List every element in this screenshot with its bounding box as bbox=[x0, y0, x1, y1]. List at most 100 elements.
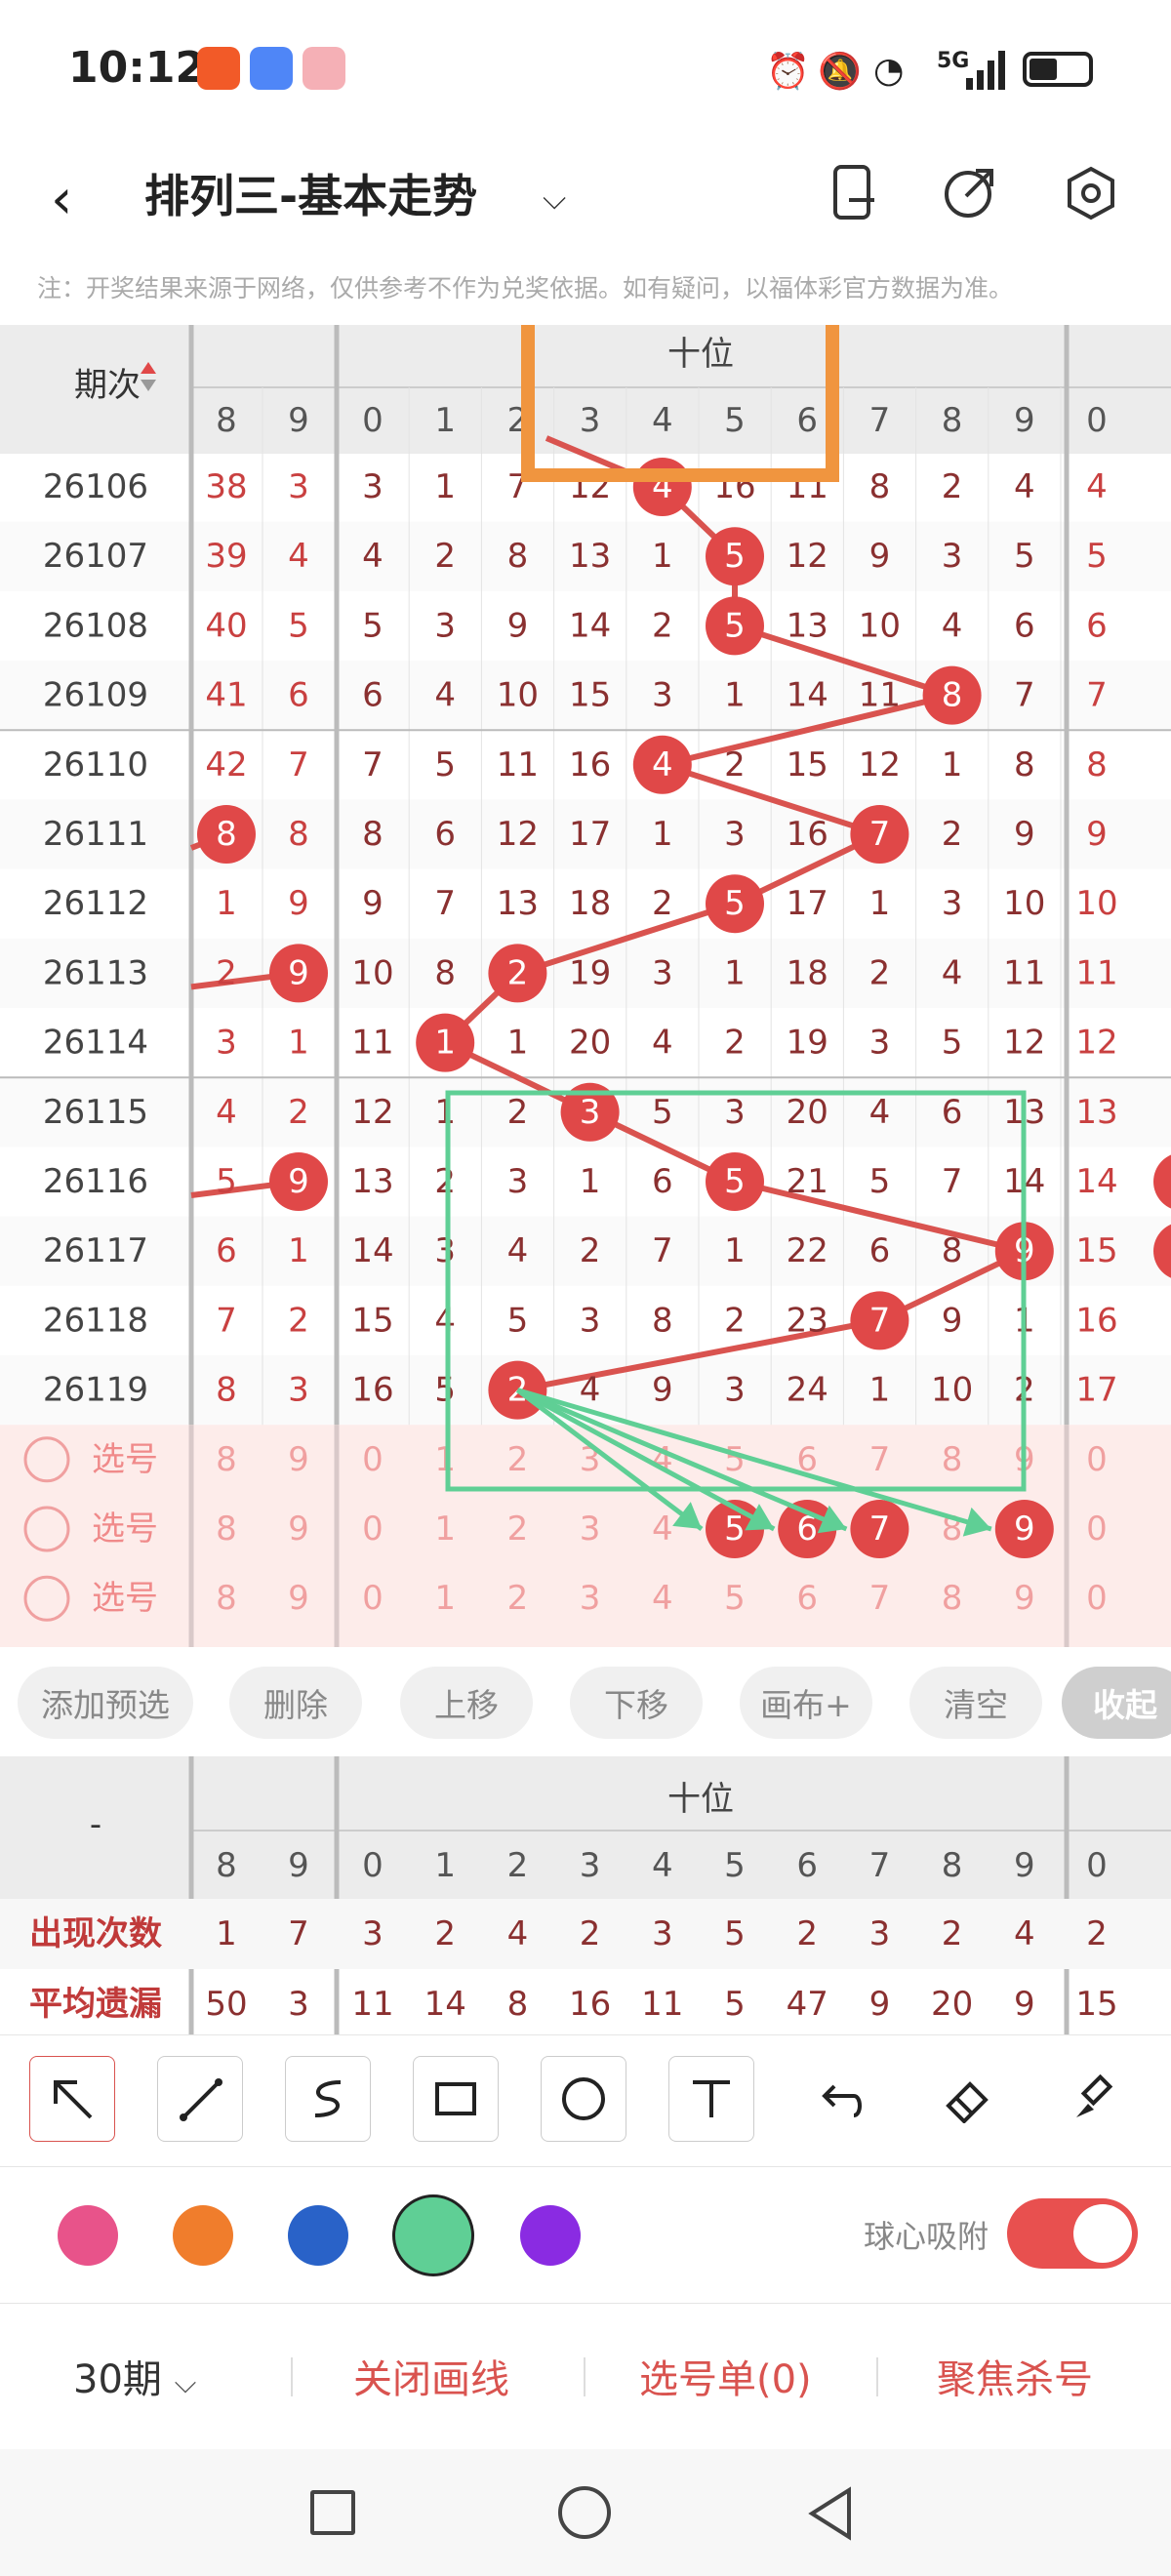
pick-digit[interactable]: 0 bbox=[1086, 1579, 1108, 1618]
miss-count: 16 bbox=[1075, 1301, 1117, 1340]
move-down-button[interactable]: 下移 bbox=[570, 1667, 703, 1739]
share-icon[interactable] bbox=[941, 161, 999, 225]
pick-digit[interactable]: 0 bbox=[1086, 1440, 1108, 1479]
delete-button[interactable]: 删除 bbox=[229, 1667, 362, 1739]
phone-layout-icon[interactable] bbox=[828, 161, 882, 225]
hit-ball-number: 7 bbox=[869, 1301, 891, 1340]
curve-tool-icon[interactable] bbox=[285, 2056, 371, 2142]
pick-digit[interactable]: 1 bbox=[434, 1579, 456, 1618]
digit-header: 0 bbox=[362, 1846, 384, 1885]
close-lines-button[interactable]: 关闭画线 bbox=[353, 2348, 509, 2404]
stats-value: 2 bbox=[942, 1914, 963, 1953]
color-swatch[interactable] bbox=[392, 2194, 474, 2276]
pick-digit[interactable]: 8 bbox=[216, 1440, 237, 1479]
miss-count: 2 bbox=[724, 745, 746, 785]
back-icon[interactable]: ‹ bbox=[51, 161, 109, 239]
eraser-icon[interactable] bbox=[924, 2056, 1010, 2142]
pick-digit[interactable]: 1 bbox=[434, 1509, 456, 1549]
color-swatch[interactable] bbox=[58, 2205, 118, 2266]
pick-digit[interactable]: 0 bbox=[1086, 1509, 1108, 1549]
pick-digit[interactable]: 9 bbox=[1014, 1579, 1035, 1618]
canvas-plus-button[interactable]: 画布+ bbox=[740, 1667, 872, 1739]
pick-label[interactable]: 选号 bbox=[92, 1509, 158, 1549]
hit-ball-number: 5 bbox=[724, 606, 746, 645]
line-tool-icon[interactable] bbox=[157, 2056, 243, 2142]
undo-icon[interactable] bbox=[796, 2056, 882, 2142]
clear-button[interactable]: 清空 bbox=[909, 1667, 1042, 1739]
hit-ball[interactable] bbox=[1153, 1152, 1171, 1211]
pick-digit[interactable]: 0 bbox=[362, 1440, 384, 1479]
color-swatch[interactable] bbox=[520, 2205, 581, 2266]
page-title[interactable]: 排列三-基本走势 bbox=[144, 157, 477, 235]
circle-tool-icon[interactable] bbox=[541, 2056, 626, 2142]
pick-digit[interactable]: 5 bbox=[724, 1440, 746, 1479]
miss-count: 41 bbox=[205, 676, 247, 715]
text-tool-icon[interactable] bbox=[668, 2056, 754, 2142]
message-notification-icon bbox=[250, 47, 293, 90]
signal-icon bbox=[966, 51, 1007, 90]
pick-digit[interactable]: 3 bbox=[580, 1509, 601, 1549]
miss-count: 13 bbox=[351, 1162, 393, 1201]
pick-label[interactable]: 选号 bbox=[92, 1440, 158, 1479]
pick-digit[interactable]: 8 bbox=[942, 1440, 963, 1479]
pick-digit[interactable]: 7 bbox=[869, 1579, 891, 1618]
pick-digit[interactable]: 8 bbox=[216, 1509, 237, 1549]
miss-count: 1 bbox=[580, 1162, 601, 1201]
miss-count: 9 bbox=[362, 884, 384, 923]
pick-digit[interactable]: 5 bbox=[724, 1579, 746, 1618]
pick-digit[interactable]: 2 bbox=[507, 1440, 529, 1479]
battery-icon bbox=[1023, 52, 1093, 87]
pick-list-button[interactable]: 选号单(0) bbox=[639, 2348, 812, 2404]
miss-count: 12 bbox=[351, 1093, 393, 1132]
nav-back-icon[interactable] bbox=[806, 2486, 855, 2541]
miss-count: 3 bbox=[580, 1301, 601, 1340]
move-up-button[interactable]: 上移 bbox=[400, 1667, 533, 1739]
pick-digit[interactable]: 3 bbox=[580, 1579, 601, 1618]
pick-digit[interactable]: 8 bbox=[942, 1579, 963, 1618]
miss-count: 6 bbox=[288, 676, 309, 715]
pick-digit[interactable]: 9 bbox=[288, 1440, 309, 1479]
network-type-label: 5G bbox=[937, 49, 970, 73]
arrow-tool-icon[interactable] bbox=[29, 2056, 115, 2142]
home-icon[interactable] bbox=[558, 2486, 611, 2539]
miss-count: 16 bbox=[351, 1371, 393, 1410]
trend-chart[interactable]: 期次 十位 8 9 0 1 2 3 4 5 6 7 8 9 0 26106 38 3 3 1 7 12 4 16 11 8 2 4 4 2… bbox=[0, 325, 1171, 1647]
color-swatch[interactable] bbox=[288, 2205, 348, 2266]
pick-digit[interactable]: 9 bbox=[288, 1579, 309, 1618]
pick-digit[interactable]: 7 bbox=[869, 1440, 891, 1479]
pick-digit[interactable]: 0 bbox=[362, 1509, 384, 1549]
miss-count: 12 bbox=[1003, 1024, 1045, 1063]
miss-count: 7 bbox=[1014, 676, 1035, 715]
focus-kill-button[interactable]: 聚焦杀号 bbox=[937, 2348, 1093, 2404]
miss-count: 4 bbox=[507, 1231, 529, 1270]
pick-digit[interactable]: 1 bbox=[434, 1440, 456, 1479]
pick-digit[interactable]: 2 bbox=[507, 1579, 529, 1618]
settings-icon[interactable] bbox=[1062, 161, 1120, 225]
miss-count: 21 bbox=[787, 1162, 828, 1201]
trend-grid-svg[interactable]: 期次十位8 9 0 1 2 3 4 5 6 7 8 9 026106 38 3 3 1 7 12 4 16 11 8 2 4 42… bbox=[0, 325, 1171, 1647]
pick-digit[interactable]: 8 bbox=[216, 1579, 237, 1618]
brush-icon[interactable] bbox=[1052, 2056, 1138, 2142]
miss-count: 1 bbox=[724, 1231, 746, 1270]
period-select[interactable]: 30期 ⌵ bbox=[73, 2348, 196, 2404]
miss-count: 6 bbox=[216, 1231, 237, 1270]
recent-apps-icon[interactable] bbox=[310, 2490, 355, 2535]
pick-digit[interactable]: 9 bbox=[288, 1509, 309, 1549]
pick-digit[interactable]: 2 bbox=[507, 1509, 529, 1549]
pick-digit[interactable]: 6 bbox=[796, 1579, 818, 1618]
rectangle-tool-icon[interactable] bbox=[413, 2056, 499, 2142]
pick-digit[interactable]: 4 bbox=[652, 1509, 673, 1549]
color-swatch[interactable] bbox=[173, 2205, 233, 2266]
pick-digit[interactable]: 0 bbox=[362, 1579, 384, 1618]
miss-count: 2 bbox=[288, 1093, 309, 1132]
pick-label[interactable]: 选号 bbox=[92, 1579, 158, 1618]
pick-digit[interactable]: 4 bbox=[652, 1579, 673, 1618]
snap-toggle[interactable] bbox=[1007, 2198, 1138, 2269]
miss-count: 9 bbox=[288, 884, 309, 923]
collapse-button[interactable]: 收起 bbox=[1062, 1667, 1171, 1739]
miss-count: 7 bbox=[216, 1301, 237, 1340]
add-preselect-button[interactable]: 添加预选 bbox=[18, 1667, 193, 1739]
stats-value: 2 bbox=[434, 1914, 456, 1953]
chevron-down-icon[interactable]: ⌵ bbox=[543, 159, 566, 237]
period-column-header[interactable]: 期次 bbox=[74, 366, 141, 405]
